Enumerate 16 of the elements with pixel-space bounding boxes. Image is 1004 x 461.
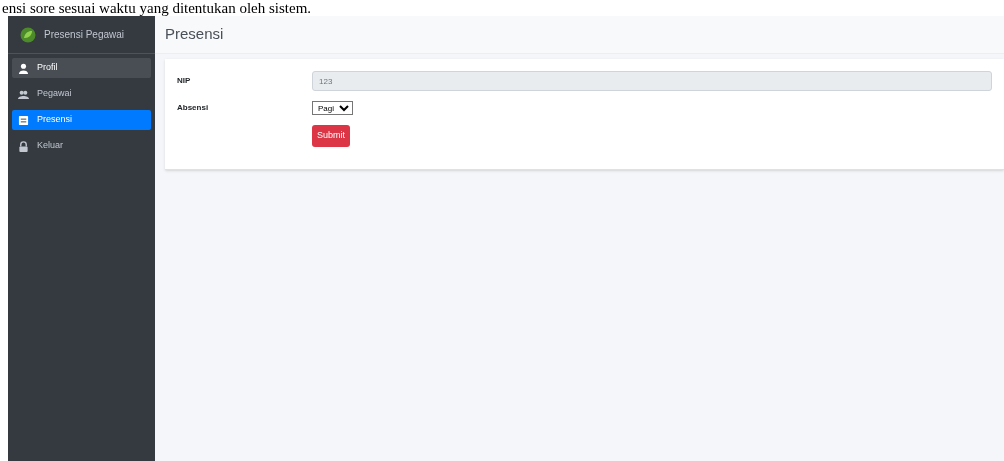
- sidebar-item[interactable]: Pegawai: [12, 84, 151, 104]
- caption-text: ensi sore sesuai waktu yang ditentukan oleh sistem.: [1, 0, 313, 16]
- sidebar-item[interactable]: Presensi: [12, 110, 151, 130]
- sidebar-item[interactable]: Profil: [12, 58, 151, 78]
- brand-name: Presensi Pegawai: [44, 28, 125, 42]
- field-label: NIP: [177, 75, 192, 87]
- sidebar-item[interactable]: Keluar: [12, 136, 151, 156]
- submit-button[interactable]: Submit: [312, 125, 350, 147]
- page-title: Presensi: [165, 24, 224, 45]
- lock-icon: [18, 140, 29, 152]
- leaf-logo-icon: [20, 26, 36, 43]
- field-label: Absensi: [177, 102, 210, 114]
- user-icon: [18, 62, 29, 74]
- list-icon: [18, 114, 29, 126]
- users-icon: [18, 88, 29, 100]
- absensi-dropdown[interactable]: Pagi: [312, 101, 353, 115]
